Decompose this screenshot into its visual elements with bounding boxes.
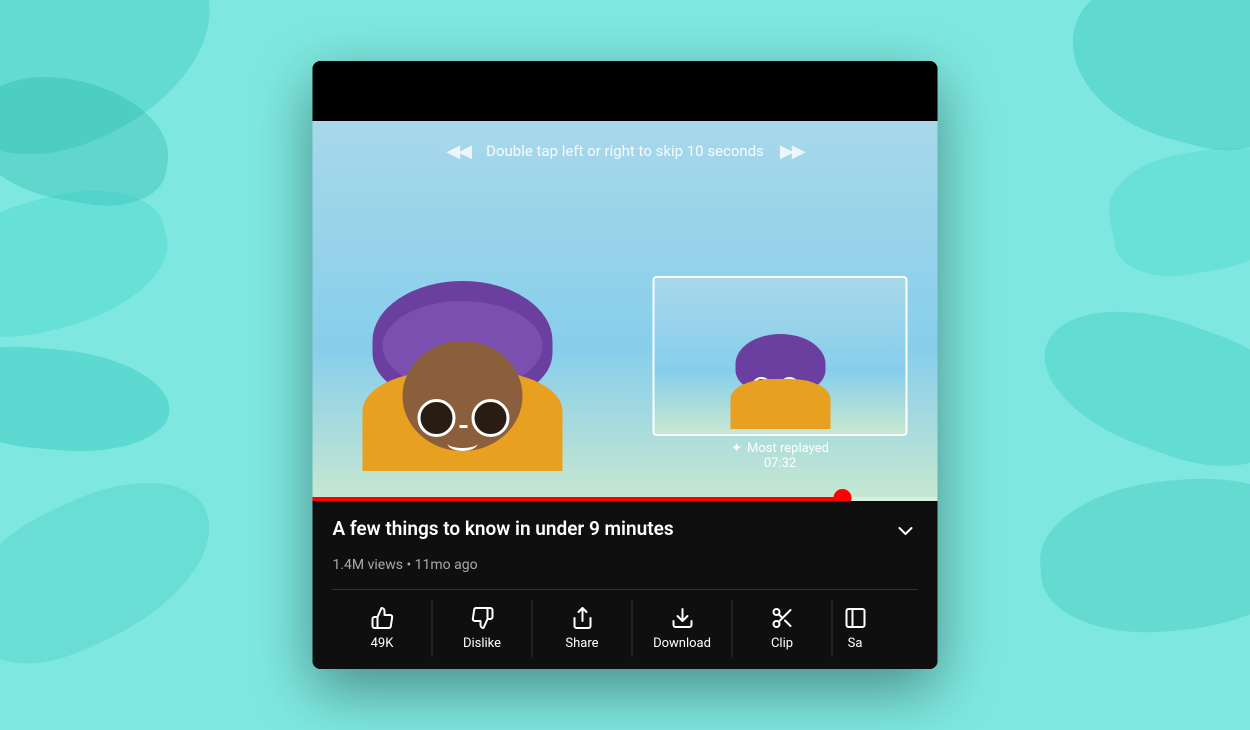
- skip-left-arrows: ◀◀: [446, 141, 470, 162]
- video-title-row: A few things to know in under 9 minutes: [333, 517, 918, 549]
- brush-stroke-8: [1025, 281, 1250, 489]
- share-icon: [570, 606, 594, 630]
- main-character: [393, 311, 533, 451]
- char-face: [403, 341, 523, 451]
- skip-hint-overlay: ◀◀ Double tap left or right to skip 10 s…: [313, 121, 938, 181]
- skip-right-arrows: ▶▶: [780, 141, 804, 162]
- glass-frame-left: [418, 399, 456, 437]
- brush-stroke-3: [0, 170, 183, 360]
- most-replayed-time: 07:32: [653, 456, 908, 471]
- brush-stroke-7: [1101, 134, 1250, 287]
- chevron-down-icon: [894, 519, 918, 543]
- download-icon: [670, 606, 694, 630]
- device-frame: ◀◀ Double tap left or right to skip 10 s…: [313, 61, 938, 669]
- device-top-bar: [313, 61, 938, 121]
- share-label: Share: [565, 636, 598, 651]
- char-head: [393, 311, 533, 451]
- most-replayed-text: Most replayed: [747, 441, 829, 456]
- brush-stroke-9: [1034, 468, 1250, 642]
- thumbs-down-icon: [470, 606, 494, 630]
- brush-stroke-5: [0, 452, 237, 689]
- brush-stroke-6: [1053, 0, 1250, 167]
- glass-bridge: [460, 425, 468, 428]
- char-glasses: [418, 399, 510, 437]
- save-button[interactable]: Sa: [833, 600, 878, 657]
- actions-row: 49K Dislike Share: [333, 589, 918, 657]
- video-meta: 1.4M views • 11mo ago: [333, 557, 918, 573]
- glass-frame-right: [472, 399, 510, 437]
- video-info-panel: A few things to know in under 9 minutes …: [313, 501, 938, 669]
- char-mouth: [448, 436, 478, 451]
- thumb-character: [745, 349, 815, 419]
- share-button[interactable]: Share: [533, 600, 633, 657]
- video-player[interactable]: ◀◀ Double tap left or right to skip 10 s…: [313, 121, 938, 501]
- thumb-head: [745, 349, 815, 419]
- like-button[interactable]: 49K: [333, 600, 433, 657]
- save-icon: [843, 606, 867, 630]
- chevron-down-button[interactable]: [894, 519, 918, 549]
- clip-button[interactable]: Clip: [733, 600, 833, 657]
- like-label: 49K: [371, 636, 394, 651]
- clip-label: Clip: [771, 636, 793, 651]
- thumbnail-content: [655, 278, 906, 434]
- skip-hint-text: Double tap left or right to skip 10 seco…: [486, 142, 764, 160]
- progress-bar-fill: [313, 497, 844, 501]
- download-label: Download: [653, 636, 711, 651]
- dislike-label: Dislike: [463, 636, 501, 651]
- most-replayed-thumbnail: [653, 276, 908, 436]
- sparkle-icon: ✦: [731, 441, 742, 456]
- most-replayed-label: ✦ Most replayed: [653, 441, 908, 456]
- progress-bar-track[interactable]: [313, 497, 938, 501]
- dislike-button[interactable]: Dislike: [433, 600, 533, 657]
- save-label: Sa: [848, 636, 863, 651]
- thumb-body: [730, 379, 830, 429]
- thumbs-up-icon: [370, 606, 394, 630]
- scissors-icon: [770, 606, 794, 630]
- video-title: A few things to know in under 9 minutes: [333, 517, 882, 542]
- download-button[interactable]: Download: [633, 600, 733, 657]
- brush-stroke-4: [0, 341, 174, 460]
- most-replayed-label-container: ✦ Most replayed 07:32: [653, 441, 908, 471]
